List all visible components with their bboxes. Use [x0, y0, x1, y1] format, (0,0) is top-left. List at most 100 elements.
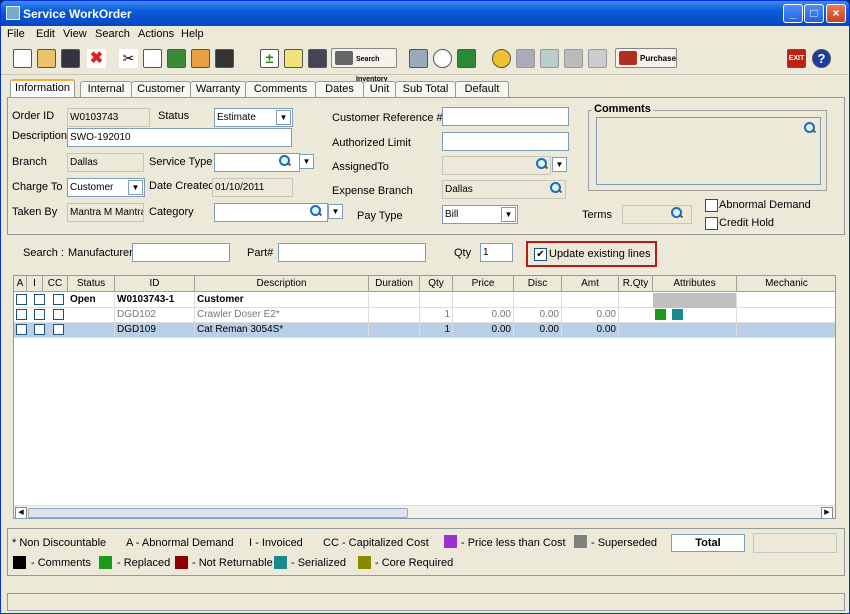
transfer-button[interactable]: [455, 47, 478, 70]
tab-warranty[interactable]: Warranty: [190, 81, 246, 98]
cut-button[interactable]: ✂: [117, 47, 140, 70]
tab-dates[interactable]: Dates: [315, 81, 364, 98]
tab-default[interactable]: Default: [455, 81, 509, 98]
paste-button[interactable]: [165, 47, 188, 70]
col-id[interactable]: ID: [115, 276, 195, 292]
description-field[interactable]: SWO-192010: [67, 128, 292, 147]
search-icon[interactable]: [536, 158, 548, 170]
col-status[interactable]: Status: [68, 276, 115, 292]
row-i-checkbox[interactable]: [34, 324, 45, 335]
col-a[interactable]: A: [14, 276, 27, 292]
chevron-down-icon[interactable]: ▼: [552, 157, 567, 172]
authorized-limit-field[interactable]: [442, 132, 569, 151]
assigned-to-field[interactable]: [442, 156, 551, 175]
find-button[interactable]: [213, 47, 236, 70]
abnormal-demand-checkbox[interactable]: [705, 199, 718, 212]
add-button[interactable]: ±: [258, 47, 281, 70]
comments-area[interactable]: [596, 117, 821, 185]
scroll-left-button[interactable]: ◀: [15, 507, 27, 518]
menu-edit[interactable]: Edit: [36, 28, 55, 40]
chevron-down-icon[interactable]: ▼: [299, 154, 314, 169]
scroll-thumb[interactable]: [28, 508, 408, 518]
customer-ref-field[interactable]: [442, 107, 569, 126]
search-icon[interactable]: [310, 205, 322, 217]
purchase-dropdown[interactable]: [679, 47, 685, 70]
col-cc[interactable]: CC: [43, 276, 68, 292]
table-row[interactable]: DGD102 Crawler Doser E2* 1 0.00 0.00 0.0…: [14, 308, 835, 323]
row-attributes: [653, 323, 737, 338]
manufacturer-field[interactable]: [132, 243, 230, 262]
row-cc-checkbox[interactable]: [53, 294, 64, 305]
notepad-icon: [284, 49, 303, 68]
row-i-checkbox[interactable]: [34, 294, 45, 305]
tab-unit[interactable]: Unit: [363, 81, 396, 98]
open-button[interactable]: [35, 47, 58, 70]
chevron-down-icon[interactable]: ▼: [276, 110, 291, 125]
tab-comments[interactable]: Comments: [245, 81, 316, 98]
delete-button[interactable]: ✖: [85, 47, 108, 70]
minimize-button[interactable]: _: [783, 4, 803, 23]
row-i-checkbox[interactable]: [34, 309, 45, 320]
charge-to-select[interactable]: Customer ▼: [67, 178, 145, 197]
menu-file[interactable]: File: [7, 28, 25, 40]
search-inventory-button[interactable]: Search Inventory: [331, 48, 397, 83]
menu-help[interactable]: Help: [181, 28, 204, 40]
tab-information[interactable]: Information: [10, 79, 75, 98]
save-button[interactable]: [59, 47, 82, 70]
row-a-checkbox[interactable]: [16, 294, 27, 305]
credit-hold-checkbox[interactable]: [705, 217, 718, 230]
update-lines-checkbox[interactable]: ✔: [534, 248, 547, 261]
legend-panel: * Non Discountable A - Abnormal Demand I…: [7, 528, 845, 576]
chevron-down-icon[interactable]: ▼: [501, 207, 516, 222]
row-cc-checkbox[interactable]: [53, 324, 64, 335]
col-rqty[interactable]: R.Qty: [619, 276, 653, 292]
scroll-right-button[interactable]: ▶: [821, 507, 833, 518]
table-row[interactable]: Open W0103743-1 Customer: [14, 293, 835, 308]
tab-customer[interactable]: Customer: [131, 81, 191, 98]
tab-internal[interactable]: Internal: [80, 81, 132, 98]
qty-field[interactable]: 1: [480, 243, 513, 262]
menu-actions[interactable]: Actions: [138, 28, 174, 40]
window: Service WorkOrder _ □ × File Edit View S…: [0, 0, 850, 614]
table-row[interactable]: DGD109 Cat Reman 3054S* 1 0.00 0.00 0.00: [14, 323, 835, 338]
menu-view[interactable]: View: [63, 28, 87, 40]
col-qty[interactable]: Qty: [420, 276, 453, 292]
delete-icon: ✖: [87, 49, 106, 68]
clipboard-button[interactable]: [189, 47, 212, 70]
row-a-checkbox[interactable]: [16, 324, 27, 335]
close-button[interactable]: ×: [826, 4, 846, 23]
calculator-button[interactable]: [306, 47, 329, 70]
menu-search[interactable]: Search: [95, 28, 130, 40]
col-description[interactable]: Description: [195, 276, 369, 292]
gears-button[interactable]: [490, 47, 513, 70]
col-mechanic[interactable]: Mechanic: [737, 276, 835, 292]
copy-button[interactable]: [141, 47, 164, 70]
new-button[interactable]: [11, 47, 34, 70]
search-icon[interactable]: [279, 155, 291, 167]
search-inventory-dropdown[interactable]: [399, 47, 405, 70]
help-button[interactable]: ?: [810, 47, 833, 70]
horizontal-scrollbar[interactable]: ◀ ▶: [14, 505, 835, 518]
col-amt[interactable]: Amt: [562, 276, 619, 292]
row-a-checkbox[interactable]: [16, 309, 27, 320]
status-select[interactable]: Estimate ▼: [214, 108, 293, 127]
col-attributes[interactable]: Attributes: [653, 276, 737, 292]
tab-sub-total[interactable]: Sub Total: [395, 81, 456, 98]
row-cc-checkbox[interactable]: [53, 309, 64, 320]
edit-button[interactable]: [282, 47, 305, 70]
search-icon[interactable]: [804, 122, 816, 134]
purchase-button[interactable]: Purchase: [615, 48, 677, 68]
links-button[interactable]: [431, 47, 454, 70]
maximize-button[interactable]: □: [804, 4, 824, 23]
col-i[interactable]: I: [27, 276, 43, 292]
col-price[interactable]: Price: [453, 276, 514, 292]
chevron-down-icon[interactable]: ▼: [328, 204, 343, 219]
part-field[interactable]: [278, 243, 426, 262]
search-icon[interactable]: [671, 207, 683, 219]
pay-type-select[interactable]: Bill ▼: [442, 205, 518, 224]
col-disc[interactable]: Disc: [514, 276, 562, 292]
col-duration[interactable]: Duration: [369, 276, 420, 292]
exit-button[interactable]: EXIT: [785, 47, 808, 70]
search-icon[interactable]: [550, 182, 562, 194]
chevron-down-icon[interactable]: ▼: [128, 180, 143, 195]
